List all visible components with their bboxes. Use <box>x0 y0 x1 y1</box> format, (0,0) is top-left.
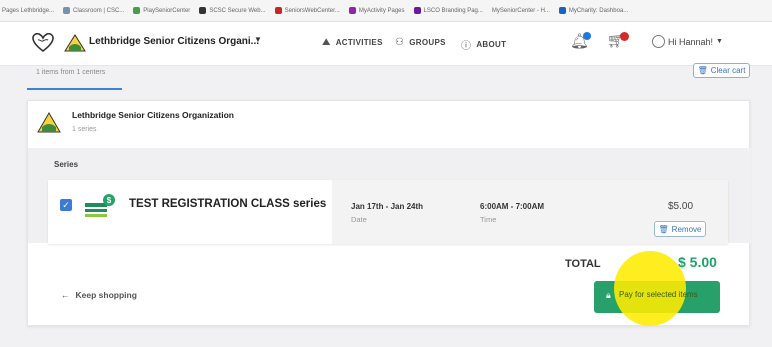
lock-icon: 🔒︎ <box>606 290 611 300</box>
bookmark-label: SCSC Secure Web... <box>209 7 266 14</box>
bookmark-item[interactable]: MyActivity Pages <box>348 7 405 14</box>
bookmark-label: Classroom | CSC... <box>73 7 125 14</box>
bookmark-item[interactable]: Pages Lethbridge... <box>2 8 54 14</box>
bookmark-label: PlaySeniorCenter <box>143 7 191 14</box>
org-name[interactable]: Lethbridge Senior Citizens Organi... <box>89 36 259 47</box>
series-heading: Series <box>54 160 79 169</box>
item-date-value: Jan 17th - Jan 24th <box>351 202 424 211</box>
navbar: Lethbridge Senior Citizens Organi... ▼ ⛰… <box>0 22 772 66</box>
nav-label: GROUPS <box>409 38 446 47</box>
bookmark-label: LSCO Branding Pag... <box>423 7 483 14</box>
bookmark-label: SeniorsWebCenter... <box>284 7 340 14</box>
arrow-left-icon: ← <box>61 290 70 300</box>
notification-badge <box>583 32 591 40</box>
avatar <box>652 35 665 48</box>
bookmark-icon <box>348 7 356 14</box>
user-menu[interactable]: Hi Hannah! ▼ <box>652 35 723 48</box>
bookmark-label: MySeniorCenter - H... <box>491 7 550 14</box>
bookmark-item[interactable]: PlaySeniorCenter <box>133 7 190 14</box>
bookmark-icon <box>274 7 282 14</box>
bookmark-icon <box>413 7 421 14</box>
item-price: $5.00 <box>668 201 694 212</box>
series-section: Series ✓ $ TEST REGISTRATION CLASS serie… <box>28 148 751 244</box>
bookmark-label: MyCharity: Dashboa... <box>568 7 629 14</box>
bookmark-label: MyActivity Pages <box>358 7 405 14</box>
bookmark-icon <box>199 7 207 14</box>
bookmark-item[interactable]: SCSC Secure Web... <box>199 7 266 14</box>
select-item-checkbox[interactable]: ✓ <box>60 199 72 211</box>
activities-icon: ⛰ <box>322 37 331 48</box>
clear-cart-label: Clear cart <box>710 66 746 75</box>
item-title: TEST REGISTRATION CLASS series <box>129 198 327 210</box>
user-greeting: Hi Hannah! <box>668 36 714 47</box>
org-logo-icon <box>37 112 61 133</box>
bookmark-item[interactable]: MySeniorCenter - H... <box>492 8 550 14</box>
total-value: $ 5.00 <box>678 254 717 270</box>
nav-label: ACTIVITIES <box>335 38 383 47</box>
tab-underline <box>27 88 122 90</box>
nav-groups[interactable]: ⚇ GROUPS <box>395 37 446 48</box>
org-card-title: Lethbridge Senior Citizens Organization <box>72 110 234 120</box>
bookmark-icon <box>133 7 141 14</box>
bookmark-item[interactable]: SeniorsWebCenter... <box>274 7 340 14</box>
keep-shopping-link[interactable]: ← Keep shopping <box>61 290 137 300</box>
org-logo-icon[interactable] <box>64 34 86 52</box>
bookmark-icon <box>63 7 71 14</box>
nav-about[interactable]: ⓘ ABOUT <box>461 37 506 52</box>
bookmark-icon <box>558 7 566 14</box>
groups-icon: ⚇ <box>395 37 405 48</box>
item-date-label: Date <box>351 215 367 224</box>
total-label: TOTAL <box>565 258 601 270</box>
keep-shopping-label: Keep shopping <box>75 290 137 300</box>
org-card-subtitle: 1 series <box>72 126 97 133</box>
nav-label: ABOUT <box>476 40 507 49</box>
item-time-value: 6:00AM - 7:00AM <box>480 202 545 211</box>
bookmark-item[interactable]: LSCO Branding Pag... <box>413 7 483 14</box>
nav-activities[interactable]: ⛰ ACTIVITIES <box>322 37 383 48</box>
item-time-label: Time <box>480 215 497 224</box>
chevron-down-icon[interactable]: ▼ <box>254 35 262 44</box>
pay-label: Pay for selected items <box>619 290 698 299</box>
remove-button[interactable]: 🗑︎ Remove <box>654 221 706 237</box>
cart-item-row: ✓ $ TEST REGISTRATION CLASS series Jan 1… <box>48 180 728 244</box>
clear-cart-button[interactable]: 🗑︎ Clear cart <box>693 63 750 78</box>
chevron-down-icon: ▼ <box>716 38 723 45</box>
notifications-bell-icon[interactable]: 🔔︎ <box>570 32 592 54</box>
class-series-icon: $ <box>85 194 115 217</box>
bookmarks-bar: Pages Lethbridge... Classroom | CSC... P… <box>0 0 772 22</box>
heart-logo-icon[interactable] <box>32 33 54 53</box>
trash-icon: 🗑︎ <box>697 66 708 75</box>
bookmark-item[interactable]: MyCharity: Dashboa... <box>558 7 629 14</box>
cart-badge <box>620 32 629 41</box>
about-icon: ⓘ <box>461 41 472 52</box>
bookmark-label: Pages Lethbridge... <box>2 7 55 14</box>
cart-summary: 1 items from 1 centers <box>36 69 106 76</box>
bookmark-item[interactable]: Classroom | CSC... <box>63 7 124 14</box>
icon-badge: $ <box>107 196 112 205</box>
cart-icon[interactable]: 🛒︎ <box>607 32 629 54</box>
remove-label: Remove <box>671 224 702 234</box>
trash-icon: 🗑︎ <box>658 224 669 234</box>
